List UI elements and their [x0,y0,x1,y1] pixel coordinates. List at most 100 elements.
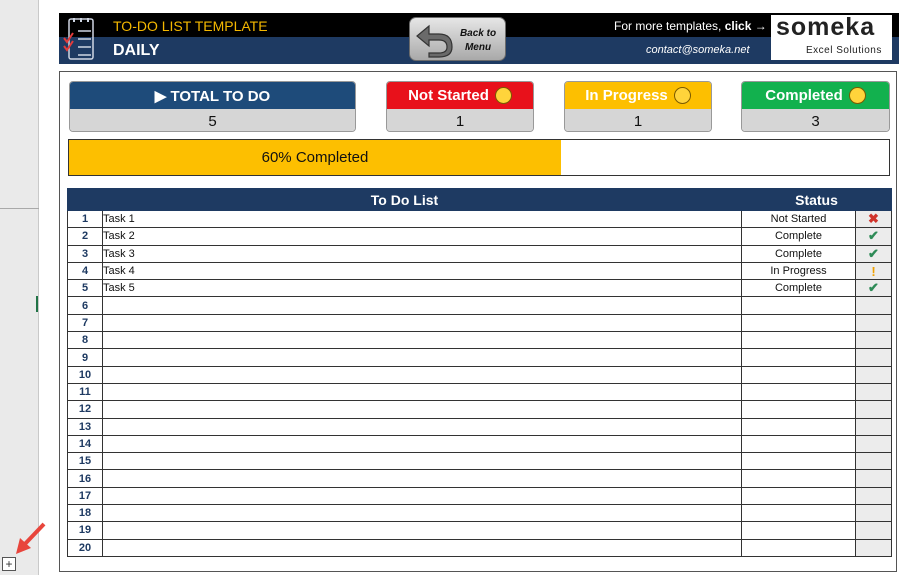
row-number: 12 [67,400,103,419]
status-cell[interactable] [741,504,856,523]
status-cell[interactable] [741,348,856,367]
task-cell[interactable] [102,504,742,523]
task-cell[interactable] [102,365,742,384]
back-to-menu-button[interactable]: Back to Menu [409,17,506,61]
table-row: 15 [67,452,893,471]
in-progress-value: 1 [565,109,711,131]
table-row: 19 [67,521,893,540]
contact-email[interactable]: contact@someka.net [646,44,750,56]
brand-logo[interactable]: someka Excel Solutions [771,13,892,60]
row-number: 10 [67,365,103,384]
task-cell[interactable] [102,486,742,506]
in-progress-header: In Progress [565,82,711,109]
click-link[interactable]: click → [725,19,767,33]
more-templates-link[interactable]: For more templates, click → [614,19,767,33]
task-cell[interactable]: Task 5 [102,279,742,298]
status-icon-cell [854,417,893,436]
template-title: TO-DO LIST TEMPLATE [113,18,268,34]
status-cell[interactable]: Complete [741,279,856,298]
check-icon: ✔ [868,245,879,261]
total-todo-header: ▶ TOTAL TO DO [70,82,355,109]
status-cell[interactable]: Complete [741,244,856,263]
in-progress-label: In Progress [585,87,668,104]
status-cell[interactable] [741,365,856,384]
status-icon-cell [854,452,893,471]
status-icon-cell: ! [854,261,893,281]
task-cell[interactable] [102,538,742,557]
column-header-status: Status [740,188,893,211]
row-number: 2 [67,227,103,246]
task-cell[interactable] [102,417,742,436]
row-number: 18 [67,504,103,523]
status-cell[interactable] [741,331,856,350]
outline-marker [36,296,38,312]
row-number: 19 [67,521,103,540]
completed-header: Completed [742,82,889,109]
task-cell[interactable] [102,434,742,454]
column-header-todo: To Do List [67,188,742,211]
not-started-value: 1 [387,109,533,131]
table-header-row: To Do List Status [67,188,893,211]
status-cell[interactable]: In Progress [741,261,856,281]
row-number: 13 [67,417,103,436]
task-cell[interactable] [102,521,742,540]
status-cell[interactable] [741,417,856,436]
task-cell[interactable] [102,400,742,419]
heart-eyes-face-icon [848,87,866,104]
row-number: 16 [67,469,103,488]
row-number: 7 [67,313,103,333]
status-cell[interactable] [741,452,856,471]
header-banner: TO-DO LIST TEMPLATE DAILY Back to Menu F… [59,13,899,64]
status-icon-cell [854,469,893,488]
task-cell[interactable]: Task 4 [102,261,742,281]
table-row: 3 Task 3 Complete ✔ [67,244,893,263]
status-icon-cell: ✔ [854,244,893,263]
completed-card: Completed 3 [741,81,890,132]
row-number: 1 [67,209,103,229]
expand-plus-button[interactable]: + [2,557,16,571]
row-number: 5 [67,279,103,298]
row-number: 8 [67,331,103,350]
status-cell[interactable] [741,469,856,488]
task-cell[interactable] [102,469,742,488]
table-row: 2 Task 2 Complete ✔ [67,227,893,246]
status-cell[interactable]: Complete [741,227,856,246]
status-cell[interactable] [741,538,856,557]
status-cell[interactable] [741,382,856,402]
status-cell[interactable] [741,486,856,506]
task-cell[interactable] [102,348,742,367]
row-number: 9 [67,348,103,367]
neutral-face-icon [494,87,512,104]
task-cell[interactable] [102,382,742,402]
status-cell[interactable]: Not Started [741,209,856,229]
todo-table: To Do List Status 1 Task 1 Not Started ✖ 2 Ta… [67,188,893,557]
x-mark-icon: ✖ [868,211,879,227]
status-cell[interactable] [741,434,856,454]
brand-tagline: Excel Solutions [806,45,882,56]
status-icon-cell [854,434,893,454]
status-cell[interactable] [741,400,856,419]
status-icon-cell [854,521,893,540]
row-number: 14 [67,434,103,454]
task-cell[interactable] [102,296,742,315]
template-subtitle: DAILY [113,42,160,59]
in-progress-card: In Progress 1 [564,81,712,132]
task-cell[interactable]: Task 1 [102,209,742,229]
row-number: 11 [67,382,103,402]
task-cell[interactable] [102,452,742,471]
task-cell[interactable]: Task 3 [102,244,742,263]
table-row: 18 [67,504,893,523]
status-icon-cell [854,331,893,350]
row-number: 15 [67,452,103,471]
row-number: 6 [67,296,103,315]
row-number: 20 [67,538,103,557]
table-row: 20 [67,538,893,557]
status-cell[interactable] [741,313,856,333]
status-cell[interactable] [741,521,856,540]
task-cell[interactable] [102,313,742,333]
table-row: 6 [67,296,893,315]
status-cell[interactable] [741,296,856,315]
table-row: 10 [67,365,893,384]
task-cell[interactable]: Task 2 [102,227,742,246]
task-cell[interactable] [102,331,742,350]
